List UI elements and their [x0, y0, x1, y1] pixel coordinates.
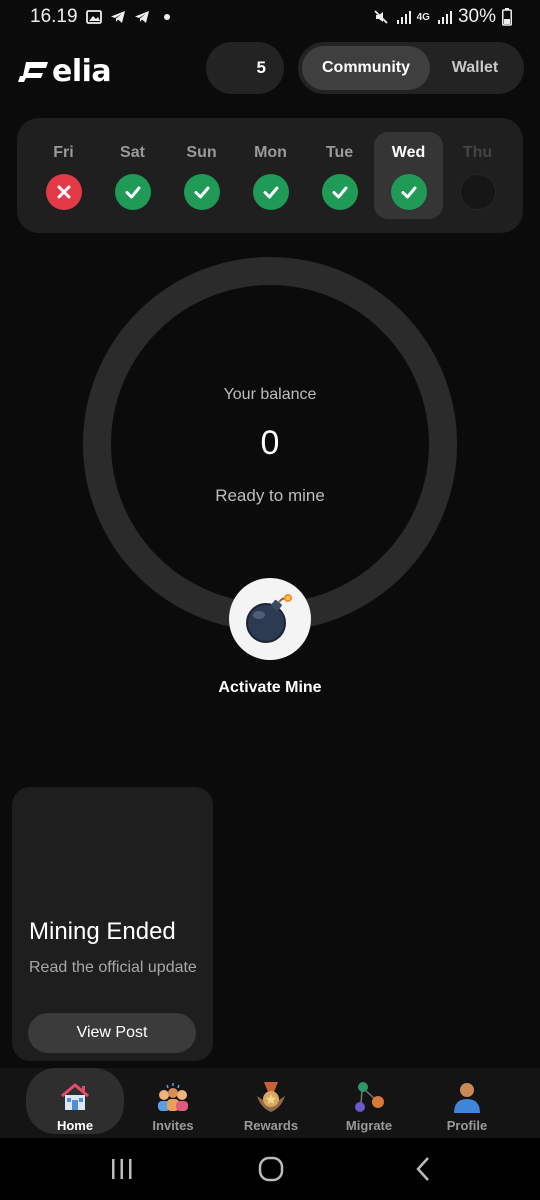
coins-icon	[355, 1082, 384, 1112]
activate-mine-button[interactable]	[229, 578, 311, 660]
app-logo: elia	[16, 54, 112, 89]
nav-migrate[interactable]: Migrate	[320, 1068, 418, 1134]
day-sun: Sun	[167, 132, 236, 219]
notification-dot-icon	[163, 14, 170, 20]
day-label: Wed	[391, 144, 426, 161]
check-icon	[183, 174, 220, 210]
balance-label: Your balance	[223, 386, 317, 403]
bottom-nav: Home Invites Rewards Migrate Profile	[0, 1068, 540, 1138]
nav-rewards[interactable]: Rewards	[222, 1068, 320, 1134]
nav-profile[interactable]: Profile	[418, 1068, 516, 1134]
nav-label: Invites	[152, 1118, 194, 1133]
logo-text: elia	[52, 54, 112, 89]
recent-apps-button[interactable]	[108, 1156, 136, 1182]
mute-icon	[373, 10, 388, 24]
mining-status: Ready to mine	[215, 486, 325, 505]
telegram-icon	[134, 11, 149, 23]
cross-icon	[45, 174, 82, 210]
signal-icon	[396, 11, 411, 24]
day-sat: Sat	[98, 132, 167, 219]
empty-circle-icon	[459, 174, 496, 210]
check-icon	[321, 174, 358, 210]
nav-label: Rewards	[243, 1118, 299, 1133]
day-tue: Tue	[305, 132, 374, 219]
check-icon	[114, 174, 151, 210]
image-icon	[85, 10, 102, 24]
day-label: Mon	[254, 144, 287, 161]
people-icon	[158, 1083, 188, 1111]
streak-days-card: Fri Sat Sun Mon Tue Wed Thu	[17, 118, 523, 233]
mining-ended-card: Mining Ended Read the official update Vi…	[12, 787, 213, 1061]
day-mon: Mon	[236, 132, 305, 219]
nav-label: Profile	[446, 1118, 488, 1133]
home-icon	[61, 1083, 89, 1110]
status-bar: 16.19 4G 30%	[0, 0, 540, 34]
app-header: elia 5 Community Wallet	[0, 40, 540, 96]
mining-card-title: Mining Ended	[29, 918, 176, 945]
day-label: Sat	[120, 144, 145, 161]
tab-wallet[interactable]: Wallet	[430, 46, 520, 90]
day-label: Thu	[462, 144, 493, 161]
elia-logo-icon	[18, 61, 48, 82]
signal-icon	[437, 11, 452, 24]
day-fri: Fri	[29, 132, 98, 219]
check-icon	[252, 174, 289, 210]
day-label: Tue	[325, 144, 354, 161]
day-wed: Wed	[374, 132, 443, 219]
check-icon	[390, 174, 427, 210]
day-label: Sun	[186, 144, 217, 161]
streak-count-pill[interactable]: 5	[206, 42, 284, 94]
person-icon	[454, 1083, 480, 1113]
recent-apps-icon	[112, 1159, 132, 1179]
battery-icon	[502, 8, 512, 26]
mining-card-subtitle: Read the official update	[29, 959, 197, 976]
system-navigation-bar	[0, 1138, 540, 1200]
home-system-button[interactable]	[256, 1154, 286, 1184]
bomb-icon	[246, 594, 292, 643]
nav-label: Home	[56, 1118, 94, 1133]
view-post-button[interactable]: View Post	[28, 1013, 196, 1053]
network-type: 4G	[416, 11, 430, 23]
nav-invites[interactable]: Invites	[124, 1068, 222, 1134]
telegram-icon	[110, 11, 125, 23]
medal-icon	[257, 1082, 285, 1112]
battery-level: 30%	[457, 6, 496, 27]
header-tabs: Community Wallet	[298, 42, 524, 94]
nav-home[interactable]: Home	[26, 1068, 124, 1134]
tab-community[interactable]: Community	[302, 46, 430, 90]
day-label: Fri	[53, 144, 74, 161]
status-time: 16.19	[30, 6, 78, 27]
nav-label: Migrate	[345, 1118, 393, 1133]
back-chevron-icon	[416, 1157, 429, 1181]
day-thu: Thu	[443, 132, 512, 219]
balance-value: 0	[260, 424, 280, 462]
home-circle-icon	[258, 1156, 284, 1182]
back-button[interactable]	[410, 1154, 436, 1184]
activate-mine-label: Activate Mine	[218, 679, 322, 696]
